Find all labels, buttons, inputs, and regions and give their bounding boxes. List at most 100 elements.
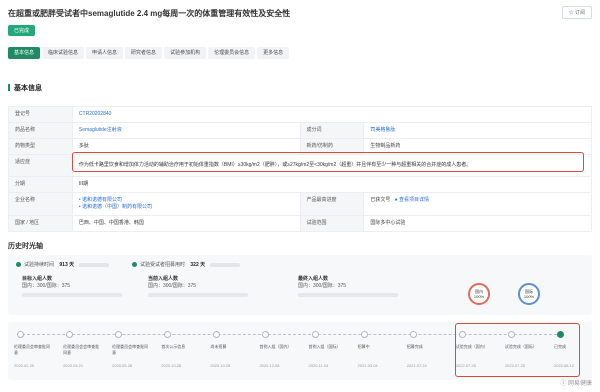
indication-label: 适应症 (9, 155, 73, 176)
view-project-label: 查看项目详情 (399, 197, 430, 203)
final-value: 国内：300/国际：375 (298, 283, 347, 289)
timeline-node (262, 331, 270, 338)
product-progress-text: 已获文号 (370, 197, 391, 203)
tab-basic-info[interactable]: 基本信息 (8, 47, 41, 59)
timeline-node (311, 331, 319, 338)
target-label: 目标入组人数 (22, 276, 53, 282)
recruit-dot-icon (132, 262, 137, 268)
table-row: 登记号 CTR20202840 (9, 107, 592, 123)
timeline-node (115, 331, 123, 338)
circle2-value: 100% (523, 294, 535, 299)
tab-bar: 基本信息 临床试验信息 申请人信息 研究者信息 试验参加机构 伦理委员会信息 更… (8, 47, 290, 59)
reg-no-label: 登记号 (9, 107, 73, 122)
duration-value: 913 天 (59, 262, 75, 268)
current-bar (148, 293, 248, 297)
timeline-node (17, 331, 24, 338)
timeline-date: 2020.10.28 (161, 363, 182, 368)
drug-label: 药品名称 (9, 123, 73, 138)
timeline-date: 2020.04.21 (63, 363, 84, 368)
product-progress-value: 已获文号 ● 查看项目详情 (364, 193, 592, 215)
duration-label: 试验持续时间 (24, 262, 55, 268)
timeline-label: 首次公示信息 (161, 344, 186, 349)
recruit-label: 试验受试者招募用时 (140, 262, 186, 268)
history-title: 历史时光轴 (8, 243, 43, 250)
timeline-date: 2020.12.08 (259, 363, 280, 368)
final-bar (298, 293, 398, 297)
recruit-stat: 试验受试者招募用时 322 天 (132, 261, 240, 268)
drug-class-label: 药物类型 (9, 139, 73, 154)
timeline-label: 招募完成 (406, 344, 423, 349)
table-row: 药品名称 Semaglutide注射液 成分词 司美格鲁肽 (9, 123, 592, 139)
timeline-label: 招募中 (357, 344, 370, 349)
tab-researcher[interactable]: 研究者信息 (125, 47, 163, 59)
stats-panel: 试验持续时间 913 天 试验受试者招募用时 322 天 目标入组人数 国内：3… (8, 255, 592, 315)
recruit-value: 322 天 (190, 262, 206, 268)
ingredient-label: 成分词 (300, 123, 365, 138)
timeline-date: 2020.11.04 (308, 363, 329, 368)
domestic-progress-circle: 国内 100% (468, 283, 490, 305)
timeline-date: 2021.07.24 (406, 363, 427, 368)
timeline-label: 伦理委员会审查批同意 (14, 344, 50, 355)
drug-value[interactable]: Semaglutide注射液 (73, 123, 301, 138)
final-label: 最终入组人数 (298, 276, 329, 282)
timeline-label: 尚未招募 (210, 344, 227, 349)
target-enrollment: 目标入组人数 国内：300/国际：375 (22, 275, 122, 297)
status-badge: 已完成 (8, 25, 36, 36)
international-progress-circle: 国际 100% (518, 283, 540, 305)
current-value: 国内：300/国际：375 (148, 283, 197, 289)
highlight-box (455, 323, 580, 377)
duration-dot-icon (16, 262, 21, 268)
company-link-1[interactable]: • 诺和诺德有限公司 (79, 197, 294, 204)
duration-stat: 试验持续时间 913 天 (16, 261, 109, 268)
timeline-label: 首例入组（国际） (308, 344, 341, 349)
reg-no-value[interactable]: CTR20202840 (73, 107, 592, 122)
timeline-label: 伦理委员会会审查批同意 (63, 344, 100, 355)
timeline-date: 2020.05.26 (112, 363, 133, 368)
company-link-2[interactable]: • 诺和诺德（中国）制药有限公司 (79, 204, 294, 211)
page-header: 在超重或肥胖受试者中semaglutide 2.4 mg每周一次的体重管理有效性… (8, 6, 592, 36)
section-title-basic: 基本信息 (8, 83, 42, 93)
target-bar (22, 293, 122, 297)
timeline-date: 2021.03.04 (357, 363, 378, 368)
tab-applicant[interactable]: 申请人信息 (86, 47, 124, 59)
current-enrollment: 当前入组人数 国内：300/国际：375 (148, 275, 248, 297)
table-row: 分期 III期 (9, 177, 592, 193)
timeline-label: 伦理委员会审查批同意 (112, 344, 149, 355)
page-title: 在超重或肥胖受试者中semaglutide 2.4 mg每周一次的体重管理有效性… (8, 9, 291, 18)
timeline-date: 2020.10.28 (210, 363, 231, 368)
trial-type-label: 试验范围 (300, 216, 365, 231)
highlight-box (72, 152, 584, 172)
view-project-link[interactable]: ● 查看项目详情 (392, 197, 429, 203)
region-label: 国家 / 地区 (9, 216, 73, 231)
product-progress-label: 产品最高进度 (300, 193, 365, 215)
subscribe-label: 订阅 (574, 10, 585, 16)
trial-type-value: 国际多中心试验 (364, 216, 592, 231)
recruit-bar (209, 262, 240, 267)
phase-label: 分期 (9, 177, 73, 192)
target-value: 国内：300/国际：375 (22, 283, 71, 289)
phase-value: III期 (73, 177, 592, 192)
timeline-node (164, 331, 172, 338)
ingredient-value[interactable]: 司美格鲁肽 (364, 123, 592, 138)
tab-ethics[interactable]: 伦理委员会信息 (208, 47, 256, 59)
company-value: • 诺和诺德有限公司 • 诺和诺德（中国）制药有限公司 (73, 193, 301, 215)
timeline-node (66, 331, 74, 338)
duration-bar (78, 262, 109, 267)
region-value: 巴西、中国、中国香港、韩国 (73, 216, 301, 231)
timeline-node (409, 331, 417, 338)
final-enrollment: 最终入组人数 国内：300/国际：375 (298, 275, 398, 297)
table-row: 企业名称 • 诺和诺德有限公司 • 诺和诺德（中国）制药有限公司 产品最高进度 … (9, 193, 592, 216)
tab-clinical-info[interactable]: 临床试验信息 (42, 47, 85, 59)
company-label: 企业名称 (9, 193, 73, 215)
tab-institutions[interactable]: 试验参加机构 (164, 47, 207, 59)
timeline-node (213, 331, 221, 338)
tab-more[interactable]: 更多信息 (257, 47, 290, 59)
timeline-node (360, 331, 368, 338)
table-row: 国家 / 地区 巴西、中国、中国香港、韩国 试验范围 国际多中心试验 (9, 216, 592, 232)
circle1-value: 100% (473, 294, 485, 299)
timeline-date: 2020.02.25 (14, 363, 35, 368)
subscribe-button[interactable]: ☆ 订阅 (561, 6, 592, 19)
timeline-label: 首例入组（国内） (259, 344, 292, 349)
watermark: ⓢ 网易健康 (560, 381, 592, 387)
current-label: 当前入组人数 (148, 276, 179, 282)
